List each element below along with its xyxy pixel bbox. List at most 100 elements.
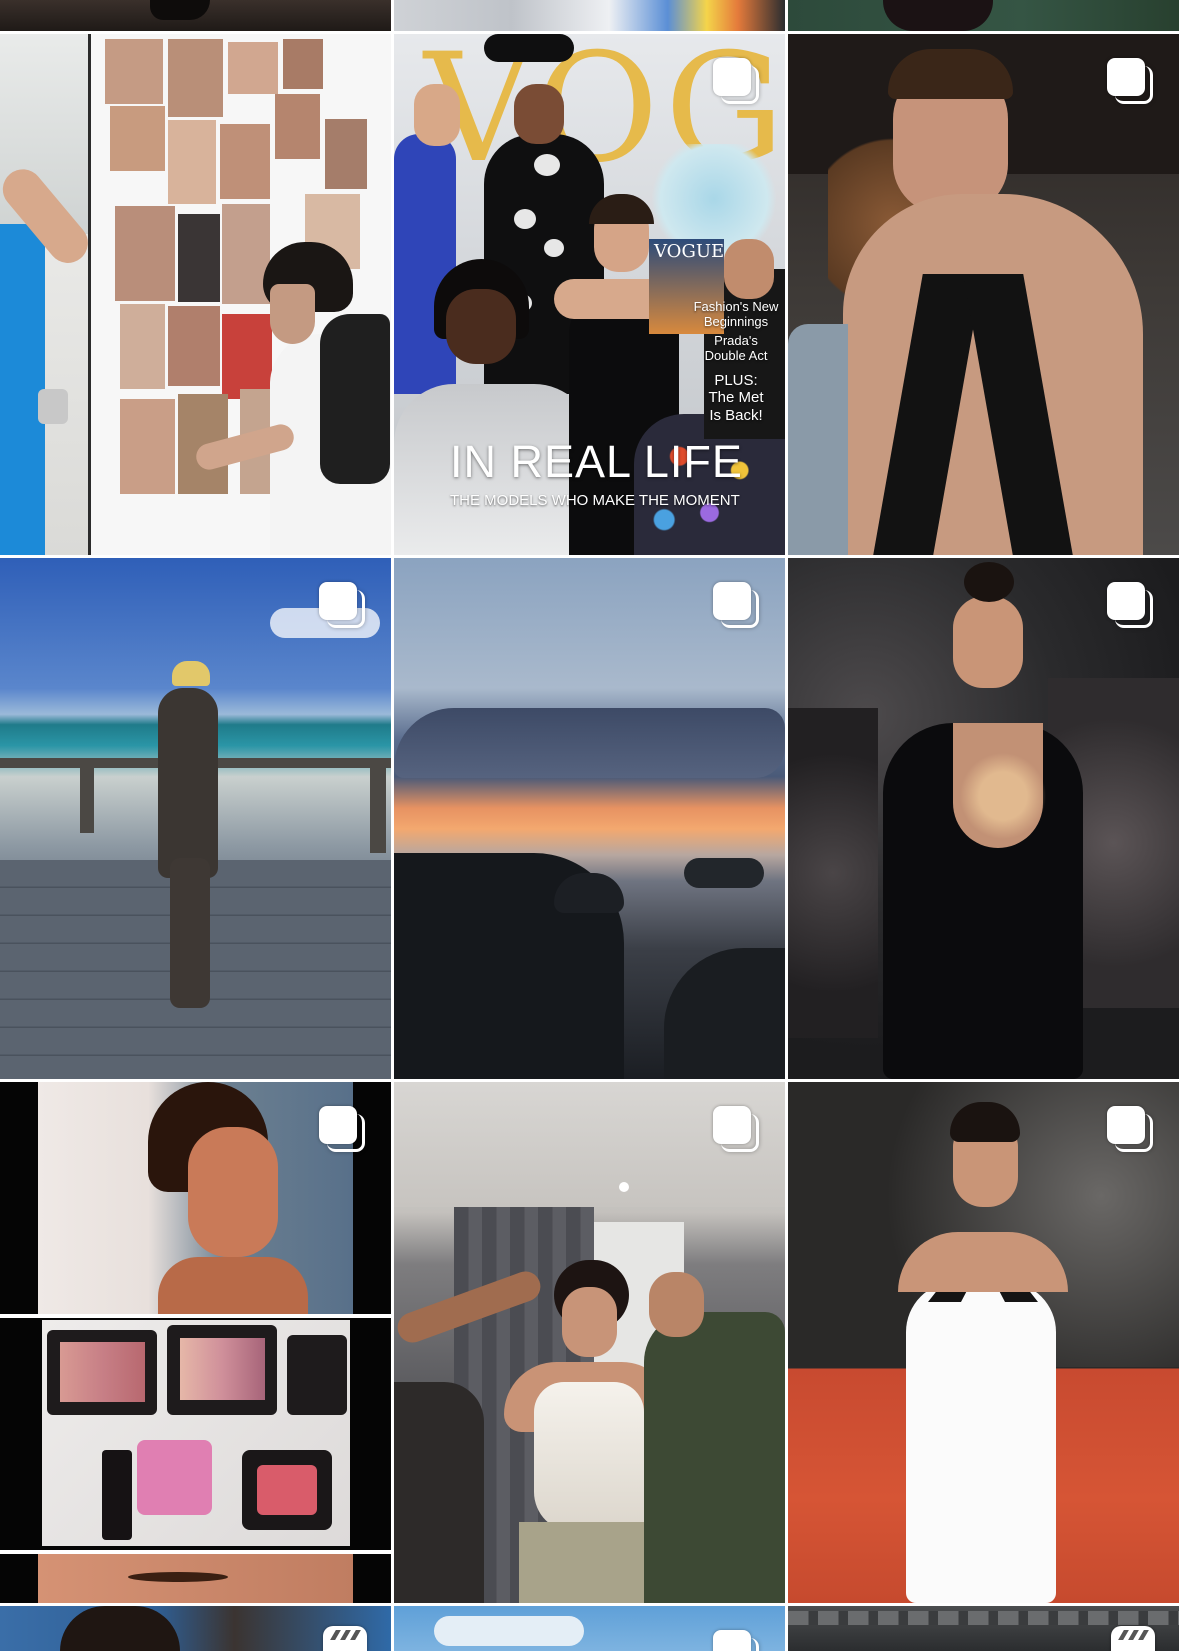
- post-top-middle[interactable]: [394, 0, 785, 31]
- cover-line-text: PLUS:: [714, 372, 758, 389]
- multiple-photos-icon: [319, 582, 367, 630]
- collage-portrait: [38, 1082, 353, 1314]
- moodboard-photo: [168, 120, 216, 204]
- moodboard-photo: [222, 314, 272, 399]
- railing-post: [370, 763, 386, 853]
- multiple-photos-icon-front: [319, 1106, 357, 1144]
- hair: [60, 1606, 180, 1651]
- moodboard-photo: [168, 39, 223, 117]
- reel-clapper-icon: [323, 1626, 371, 1651]
- multiple-photos-icon: [713, 582, 761, 630]
- moodboard-photo: [178, 214, 220, 302]
- man-sweater: [320, 314, 390, 484]
- ceiling-light: [619, 1182, 629, 1192]
- crowd-blur: [788, 708, 878, 1038]
- moodboard-photo: [120, 304, 165, 389]
- polka-dot: [544, 239, 564, 257]
- face: [953, 596, 1023, 688]
- multiple-photos-icon-front: [319, 582, 357, 620]
- palette-shade: [180, 1338, 265, 1400]
- cover-line-fashion: Fashion's New Beginnings: [691, 299, 781, 330]
- rock: [664, 948, 785, 1079]
- multiple-photos-icon-front: [1107, 1106, 1145, 1144]
- clouds: [394, 708, 785, 778]
- sofa: [788, 324, 848, 555]
- collage-divider: [0, 1314, 391, 1318]
- bracelet: [38, 389, 68, 424]
- rock: [554, 873, 624, 913]
- multiple-photos-icon: [1107, 58, 1155, 106]
- polka-dot: [514, 209, 536, 229]
- polka-dot: [534, 154, 560, 176]
- multiple-photos-icon-front: [713, 1106, 751, 1144]
- cover-line-text: Beginnings: [703, 313, 769, 329]
- cover-line-text: Fashion's New: [693, 299, 779, 314]
- collage-closeup: [38, 1554, 353, 1603]
- model-blue-lace: [394, 134, 456, 394]
- model-seated-left-face: [446, 289, 516, 364]
- post-black-sequin[interactable]: [788, 34, 1179, 555]
- post-bottom-left[interactable]: [0, 1606, 391, 1651]
- portrait-face: [188, 1127, 278, 1257]
- multiple-photos-icon-front: [713, 58, 751, 96]
- moodboard-photo: [220, 124, 270, 199]
- multiple-photos-icon-front: [713, 582, 751, 620]
- blue-dress-figure: [0, 224, 45, 555]
- person-legs: [170, 858, 210, 1008]
- model-blue-lace-face: [414, 84, 460, 146]
- cover-subheadline: THE MODELS WHO MAKE THE MOMENT: [450, 492, 740, 509]
- post-beach-deck[interactable]: [0, 558, 391, 1079]
- model-face: [562, 1287, 617, 1357]
- palette-shade: [60, 1342, 145, 1402]
- moodboard-photo: [168, 306, 220, 386]
- post-top-left[interactable]: [0, 0, 391, 31]
- eyebrow: [128, 1572, 228, 1582]
- person-body: [158, 688, 218, 878]
- post-bottom-middle[interactable]: [394, 1606, 785, 1651]
- stylist-right-head: [649, 1272, 704, 1337]
- hair-bun: [964, 562, 1014, 602]
- cover-line-text: Is Back!: [709, 406, 763, 424]
- cover-headline: IN REAL LIFE: [450, 436, 743, 487]
- lipstick: [102, 1450, 132, 1540]
- multiple-photos-icon: [713, 1106, 761, 1154]
- cover-line-text: Double Act: [704, 347, 768, 363]
- color-splash: [644, 144, 784, 254]
- model-polka-dot-arms: [484, 34, 574, 62]
- structure: [788, 1611, 1179, 1625]
- gold-necklace: [948, 718, 1058, 848]
- multiple-photos-icon-front: [713, 1630, 751, 1651]
- cover-line-text: The Met: [708, 389, 764, 407]
- reel-clapper-icon: [1111, 1626, 1159, 1651]
- moodboard-photo: [275, 94, 320, 159]
- inner-magazine-title: VOGUE: [654, 241, 725, 262]
- model-polka-dot-face: [514, 84, 564, 144]
- post-moodboard[interactable]: [0, 34, 391, 555]
- post-bottom-right[interactable]: [788, 1606, 1179, 1651]
- moodboard-photo: [120, 399, 175, 494]
- moodboard-photo: [115, 206, 175, 301]
- post-backstage-corset[interactable]: [394, 1082, 785, 1603]
- man-back-head: [724, 239, 774, 299]
- multiple-photos-icon: [713, 1630, 761, 1651]
- post-vogue-cover[interactable]: VOGUE VOGUE Fashion's New B: [394, 34, 785, 555]
- blush-pan: [257, 1465, 317, 1515]
- post-sunset[interactable]: [394, 558, 785, 1079]
- post-white-gown-red-carpet[interactable]: [788, 1082, 1179, 1603]
- stylist-right: [644, 1312, 785, 1603]
- post-top-right[interactable]: [788, 0, 1179, 31]
- post-top-right-figure: [883, 0, 993, 31]
- multiple-photos-icon: [1107, 582, 1155, 630]
- cloud: [434, 1616, 584, 1646]
- collage-makeup-palettes: [42, 1320, 350, 1546]
- post-black-gown-red-carpet[interactable]: [788, 558, 1179, 1079]
- multiple-photos-icon-front: [1107, 582, 1145, 620]
- hair-top: [888, 49, 1013, 99]
- moodboard-photo: [105, 39, 163, 104]
- post-top-left-shoe: [150, 0, 210, 20]
- post-makeup-collage[interactable]: [0, 1082, 391, 1603]
- cover-line-prada: Prada's Double Act: [691, 333, 781, 364]
- white-corset: [534, 1382, 644, 1532]
- man-face: [270, 284, 315, 344]
- cover-line-met: PLUS: The Met Is Back!: [691, 372, 781, 424]
